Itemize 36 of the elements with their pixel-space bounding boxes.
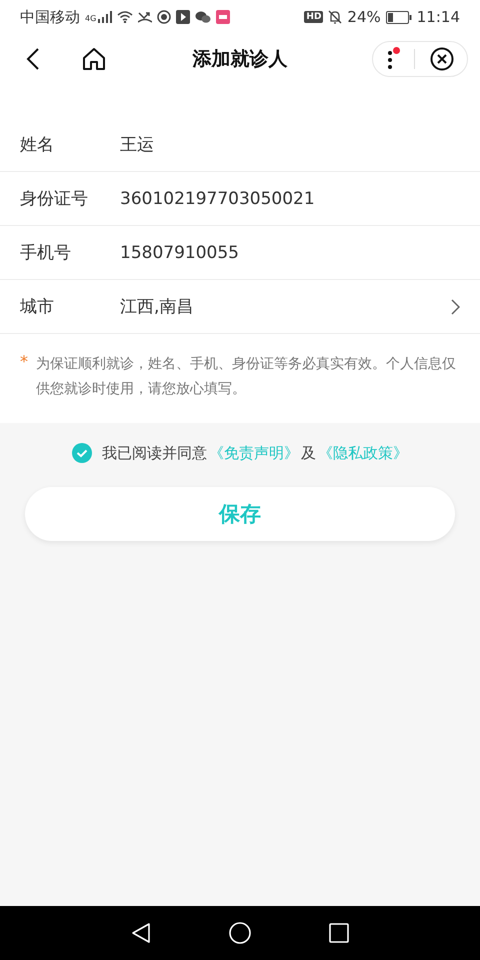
recents-nav-icon[interactable] [329, 923, 349, 943]
city-select[interactable]: 江西,南昌 [120, 295, 451, 318]
close-icon[interactable] [430, 47, 454, 71]
back-icon[interactable] [26, 48, 40, 70]
battery-icon [386, 10, 412, 24]
bell-muted-icon [328, 10, 342, 24]
missed-call-icon [138, 11, 152, 23]
page-title: 添加就诊人 [191, 47, 288, 72]
field-label: 身份证号 [20, 188, 89, 210]
app-icon [157, 10, 172, 24]
agreement-text: 我已阅读并同意 [102, 444, 207, 462]
home-nav-icon[interactable] [229, 922, 251, 944]
input-field[interactable]: 王运 [120, 133, 460, 156]
notice-text: 为保证顺利就诊，姓名、手机、身份证等务必真实有效。个人信息仅供您就诊时使用，请您放心填写。 [36, 355, 457, 398]
chat-icon [195, 10, 212, 24]
field-label: 手机号 [20, 242, 72, 264]
field-label: 城市 [20, 296, 55, 318]
home-icon[interactable] [82, 47, 106, 71]
network-type: 4G [85, 14, 96, 22]
agreement-joiner: 及 [301, 444, 316, 462]
back-nav-icon[interactable] [131, 922, 151, 944]
clock: 11:14 [416, 8, 460, 26]
agree-checkbox[interactable] [72, 443, 92, 463]
more-icon[interactable] [386, 47, 400, 71]
app-icon [216, 10, 230, 24]
battery-percent: 24% [347, 8, 381, 26]
carrier-text: 中国移动 [20, 8, 80, 26]
signal-icon [98, 11, 112, 23]
wifi-icon [117, 11, 134, 23]
input-field[interactable]: 360102197703050021 [120, 188, 460, 208]
field-label: 姓名 [20, 134, 55, 156]
app-icon [176, 10, 190, 24]
input-field[interactable]: 15807910055 [120, 242, 460, 262]
hd-badge: HD [304, 11, 324, 23]
required-mark: * [20, 352, 28, 373]
chevron-right-icon[interactable] [451, 298, 460, 314]
